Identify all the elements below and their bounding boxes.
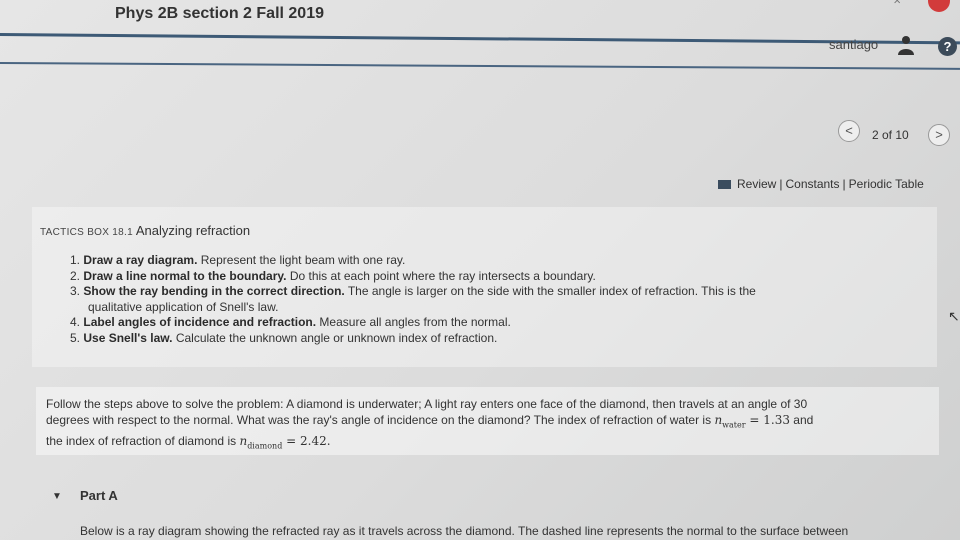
periodic-table-link[interactable]: Periodic Table: [849, 177, 924, 191]
link-separator: |: [779, 177, 783, 191]
step-3-continued: qualitative application of Snell's law.: [88, 299, 279, 314]
header-divider-lower: [0, 62, 960, 70]
part-a-toggle-icon[interactable]: ▼: [52, 491, 62, 502]
step-4: 4. Label angles of incidence and refract…: [70, 315, 511, 329]
step-5: 5. Use Snell's law. Calculate the unknow…: [70, 330, 498, 345]
problem-statement: Follow the steps above to solve the prob…: [46, 396, 896, 455]
help-icon[interactable]: ?: [938, 37, 957, 56]
review-link[interactable]: Review: [737, 177, 776, 191]
header-divider: [0, 33, 960, 45]
user-icon[interactable]: [897, 35, 915, 55]
mouse-cursor-icon: ↖: [948, 308, 960, 324]
part-a-text: Below is a ray diagram showing the refra…: [80, 524, 849, 538]
next-item-button[interactable]: >: [928, 124, 950, 146]
resource-links: Review | Constants | Periodic Table: [718, 177, 924, 191]
problem-line-1: Follow the steps above to solve the prob…: [46, 397, 808, 411]
course-title: Phys 2B section 2 Fall 2019: [115, 5, 324, 22]
notification-icon[interactable]: [928, 0, 950, 12]
tactics-prefix: TACTICS BOX 18.1: [40, 227, 133, 238]
step-2: 2. Draw a line normal to the boundary. D…: [70, 268, 596, 283]
problem-line-2: degrees with respect to the normal. What…: [46, 413, 814, 430]
book-icon: [718, 180, 731, 190]
tactics-heading: TACTICS BOX 18.1 Analyzing refraction: [40, 223, 250, 238]
user-name[interactable]: santiago: [829, 37, 878, 52]
tactics-title: Analyzing refraction: [135, 223, 251, 238]
prev-item-button[interactable]: <: [838, 120, 860, 142]
pager-position: 2 of 10: [872, 128, 909, 142]
constants-link[interactable]: Constants: [785, 177, 839, 191]
tactics-steps: 1. Draw a ray diagram. Represent the lig…: [70, 253, 870, 346]
part-a-label[interactable]: Part A: [80, 488, 118, 503]
collapse-icon[interactable]: ✕: [893, 0, 901, 7]
link-separator: |: [842, 177, 846, 191]
step-1: 1. Draw a ray diagram. Represent the lig…: [70, 253, 406, 267]
problem-line-3: the index of refraction of diamond is nd…: [46, 434, 331, 451]
step-3: 3. Show the ray bending in the correct d…: [70, 284, 756, 298]
